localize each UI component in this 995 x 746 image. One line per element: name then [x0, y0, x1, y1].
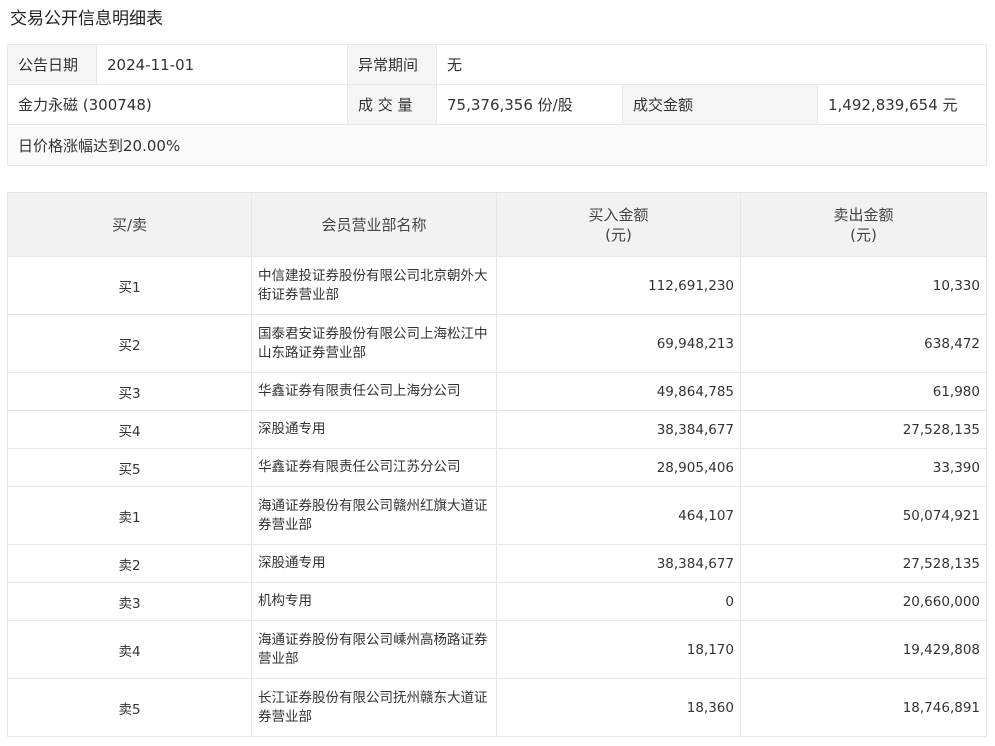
buy-amount-cell: 69,948,213 — [496, 314, 741, 373]
side-cell: 买4 — [7, 410, 252, 449]
buy-amount-cell: 28,905,406 — [496, 448, 741, 487]
member-cell: 海通证券股份有限公司赣州红旗大道证券营业部 — [251, 486, 497, 545]
table-header-row: 买/卖 会员营业部名称 买入金额 (元) 卖出金额 (元) — [7, 192, 987, 257]
side-cell: 买2 — [7, 314, 252, 373]
member-cell: 国泰君安证券股份有限公司上海松江中山东路证券营业部 — [251, 314, 497, 373]
member-cell: 华鑫证券有限责任公司上海分公司 — [251, 372, 497, 411]
table-row: 买4 深股通专用 38,384,677 27,528,135 — [7, 410, 987, 449]
table-row: 买3 华鑫证券有限责任公司上海分公司 49,864,785 61,980 — [7, 372, 987, 411]
volume-label: 成 交 量 — [347, 84, 437, 125]
table-row: 买1 中信建投证券股份有限公司北京朝外大街证券营业部 112,691,230 1… — [7, 256, 987, 315]
buy-amount-unit: (元) — [605, 225, 632, 244]
side-cell: 卖2 — [7, 544, 252, 583]
announce-date-value: 2024-11-01 — [96, 44, 348, 85]
table-row: 买5 华鑫证券有限责任公司江苏分公司 28,905,406 33,390 — [7, 448, 987, 487]
side-cell: 买3 — [7, 372, 252, 411]
side-cell: 卖1 — [7, 486, 252, 545]
buy-amount-cell: 18,170 — [496, 620, 741, 679]
announce-date-label: 公告日期 — [7, 44, 97, 85]
trade-detail-table: 买/卖 会员营业部名称 买入金额 (元) 卖出金额 (元) 买1 中信建投证券股份有… — [7, 192, 987, 737]
sell-amount-label: 卖出金额 — [833, 205, 894, 224]
volume-value: 75,376,356 份/股 — [436, 84, 623, 125]
sell-amount-cell: 18,746,891 — [740, 678, 987, 737]
column-header-member: 会员营业部名称 — [251, 192, 497, 257]
turnover-value: 1,492,839,654 元 — [816, 84, 988, 125]
member-cell: 海通证券股份有限公司嵊州高杨路证券营业部 — [251, 620, 497, 679]
stock-name: 金力永磁 (300748) — [7, 84, 348, 125]
member-cell: 深股通专用 — [251, 544, 497, 583]
buy-amount-label: 买入金额 — [588, 205, 649, 224]
trade-info-table: 公告日期 2024-11-01 异常期间 无 金力永磁 (300748) 成 交… — [6, 44, 988, 166]
sell-amount-cell: 33,390 — [740, 448, 987, 487]
side-cell: 买5 — [7, 448, 252, 487]
column-header-sell-amount: 卖出金额 (元) — [740, 192, 987, 257]
table-row: 卖3 机构专用 0 20,660,000 — [7, 582, 987, 621]
buy-amount-cell: 38,384,677 — [496, 410, 741, 449]
sell-amount-cell: 20,660,000 — [740, 582, 987, 621]
side-cell: 买1 — [7, 256, 252, 315]
buy-amount-cell: 112,691,230 — [496, 256, 741, 315]
abnormal-period-value: 无 — [435, 44, 988, 85]
member-cell: 长江证券股份有限公司抚州赣东大道证券营业部 — [251, 678, 497, 737]
turnover-label: 成交金额 — [622, 84, 818, 125]
info-row-date: 公告日期 2024-11-01 异常期间 无 — [7, 44, 988, 85]
side-cell: 卖3 — [7, 582, 252, 621]
abnormal-period-label: 异常期间 — [347, 44, 437, 85]
sell-amount-cell: 61,980 — [740, 372, 987, 411]
listing-reason: 日价格涨幅达到20.00% — [6, 124, 988, 166]
column-header-side: 买/卖 — [7, 192, 252, 257]
buy-amount-cell: 0 — [496, 582, 741, 621]
table-row: 买2 国泰君安证券股份有限公司上海松江中山东路证券营业部 69,948,213 … — [7, 314, 987, 373]
table-row: 卖5 长江证券股份有限公司抚州赣东大道证券营业部 18,360 18,746,8… — [7, 678, 987, 737]
buy-amount-cell: 18,360 — [496, 678, 741, 737]
member-cell: 华鑫证券有限责任公司江苏分公司 — [251, 448, 497, 487]
sell-amount-unit: (元) — [850, 225, 877, 244]
column-header-buy-amount: 买入金额 (元) — [496, 192, 741, 257]
member-cell: 机构专用 — [251, 582, 497, 621]
buy-amount-cell: 38,384,677 — [496, 544, 741, 583]
page-title: 交易公开信息明细表 — [10, 9, 163, 29]
table-row: 卖1 海通证券股份有限公司赣州红旗大道证券营业部 464,107 50,074,… — [7, 486, 987, 545]
sell-amount-cell: 10,330 — [740, 256, 987, 315]
sell-amount-cell: 27,528,135 — [740, 410, 987, 449]
table-row: 卖2 深股通专用 38,384,677 27,528,135 — [7, 544, 987, 583]
member-cell: 深股通专用 — [251, 410, 497, 449]
table-row: 卖4 海通证券股份有限公司嵊州高杨路证券营业部 18,170 19,429,80… — [7, 620, 987, 679]
buy-amount-cell: 49,864,785 — [496, 372, 741, 411]
side-cell: 卖4 — [7, 620, 252, 679]
sell-amount-cell: 638,472 — [740, 314, 987, 373]
info-row-volume: 金力永磁 (300748) 成 交 量 75,376,356 份/股 成交金额 … — [7, 84, 988, 125]
sell-amount-cell: 19,429,808 — [740, 620, 987, 679]
info-row-reason: 日价格涨幅达到20.00% — [6, 124, 988, 166]
sell-amount-cell: 50,074,921 — [740, 486, 987, 545]
buy-amount-cell: 464,107 — [496, 486, 741, 545]
side-cell: 卖5 — [7, 678, 252, 737]
member-cell: 中信建投证券股份有限公司北京朝外大街证券营业部 — [251, 256, 497, 315]
sell-amount-cell: 27,528,135 — [740, 544, 987, 583]
